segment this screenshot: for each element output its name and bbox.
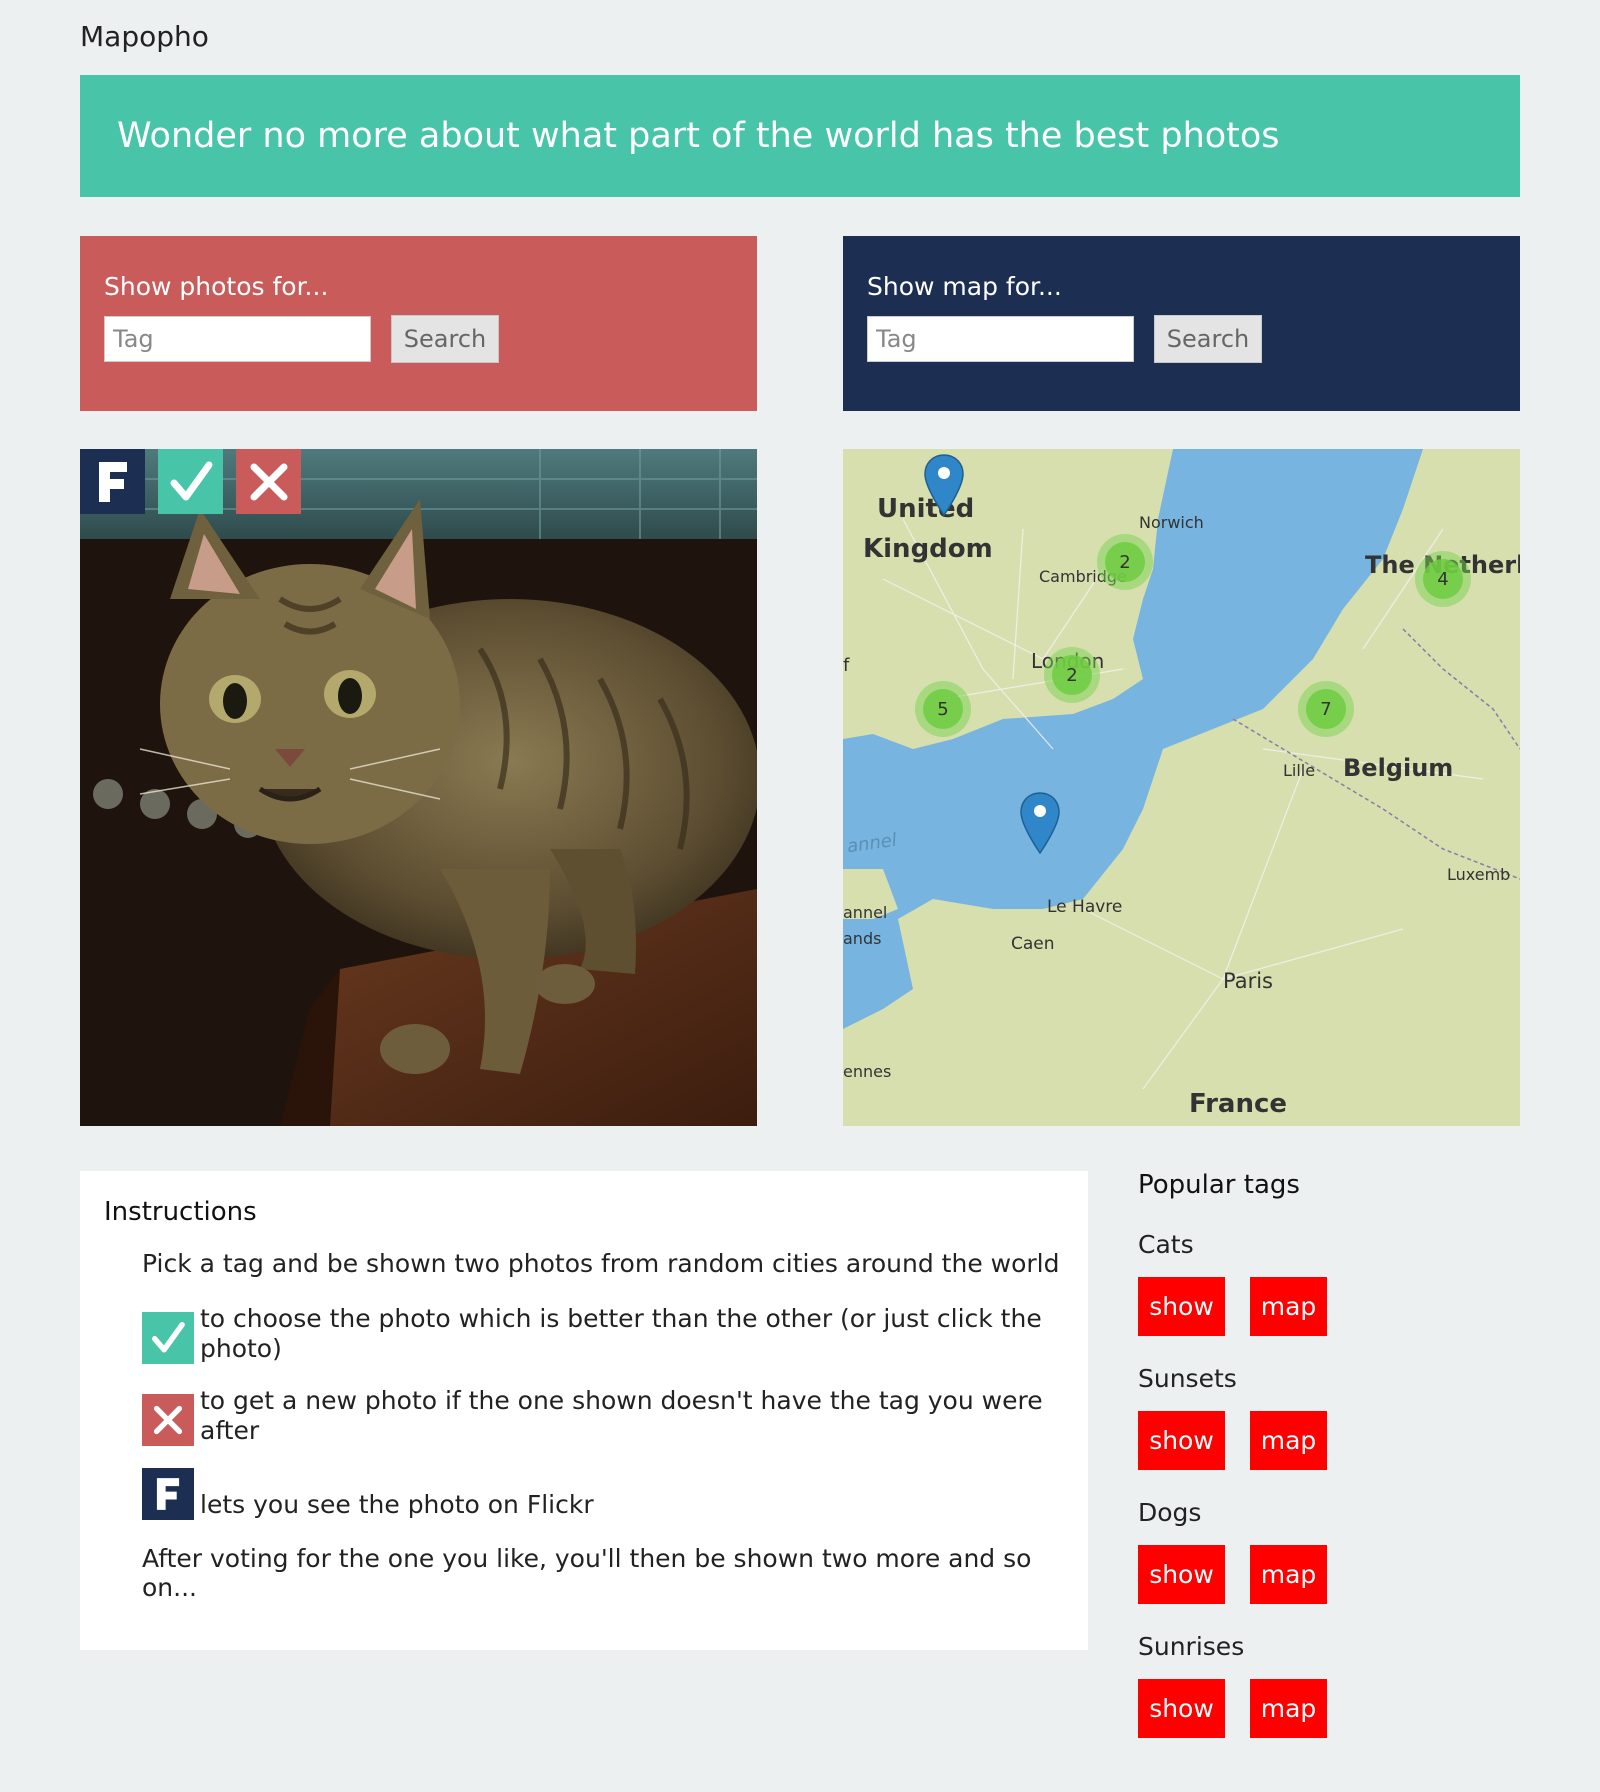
instructions-intro: Pick a tag and be shown two photos from … <box>142 1249 1060 1278</box>
app-title: Mapopho <box>80 20 209 53</box>
map-cluster[interactable]: 2 <box>1044 647 1100 703</box>
map-label-le-havre: Le Havre <box>1047 897 1123 917</box>
check-icon <box>170 461 212 500</box>
instructions-choose: to choose the photo which is better than… <box>200 1304 1042 1363</box>
map-cluster[interactable]: 4 <box>1415 551 1471 607</box>
instructions-panel: Instructions Pick a tag and be shown two… <box>80 1171 1088 1650</box>
cluster-count: 4 <box>1423 559 1463 599</box>
map-label-channel-islands-2: ands <box>843 929 882 948</box>
map-label-paris: Paris <box>1223 969 1273 993</box>
check-icon <box>142 1312 194 1364</box>
photos-tag-input[interactable] <box>104 316 371 362</box>
map-tag-input[interactable] <box>867 316 1134 362</box>
hero-banner: Wonder no more about what part of the wo… <box>80 75 1520 197</box>
map-label-luxembourg: Luxemb <box>1447 865 1511 884</box>
tag-map-button[interactable]: map <box>1250 1411 1327 1470</box>
tag-group: Cats show map <box>1138 1230 1478 1336</box>
tag-name: Sunrises <box>1138 1632 1245 1661</box>
map-label-kingdom: Kingdom <box>863 534 993 564</box>
map-label-france: France <box>1189 1089 1288 1119</box>
photos-search-button[interactable]: Search <box>391 315 499 363</box>
map-label-caen: Caen <box>1011 934 1055 954</box>
instructions-title: Instructions <box>104 1197 257 1227</box>
tag-group: Dogs show map <box>1138 1498 1478 1604</box>
hero-text: Wonder no more about what part of the wo… <box>117 116 1280 156</box>
photos-panel-heading: Show photos for... <box>104 272 329 301</box>
map-panel-heading: Show map for... <box>867 272 1062 301</box>
cross-icon <box>250 463 287 500</box>
popular-tags-title: Popular tags <box>1138 1170 1300 1200</box>
cat-photo[interactable] <box>80 449 757 1126</box>
map-label-channel-islands-1: annel <box>843 903 888 922</box>
map-label-lille: Lille <box>1283 761 1316 780</box>
photos-search-panel: Show photos for... Search <box>80 236 757 411</box>
map-search-panel: Show map for... Search <box>843 236 1520 411</box>
tag-show-button[interactable]: show <box>1138 1411 1225 1470</box>
tag-show-button[interactable]: show <box>1138 1679 1225 1738</box>
tag-show-button[interactable]: show <box>1138 1545 1225 1604</box>
cluster-count: 5 <box>923 689 963 729</box>
map-cluster[interactable]: 2 <box>1097 534 1153 590</box>
instructions-outro: After voting for the one you like, you'l… <box>142 1544 1032 1602</box>
choose-photo-button[interactable] <box>158 449 223 514</box>
popular-tags-panel: Popular tags Cats show map Sunsets show … <box>1138 1170 1478 1766</box>
tag-show-button[interactable]: show <box>1138 1277 1225 1336</box>
tag-group: Sunrises show map <box>1138 1632 1478 1738</box>
map-marker-icon[interactable] <box>923 453 965 519</box>
flickr-f-icon <box>98 461 127 502</box>
map-cluster[interactable]: 7 <box>1298 681 1354 737</box>
cluster-count: 2 <box>1105 542 1145 582</box>
reject-photo-button[interactable] <box>236 449 301 514</box>
tag-group: Sunsets show map <box>1138 1364 1478 1470</box>
map-label-norwich: Norwich <box>1139 513 1204 532</box>
instructions-new-photo: to get a new photo if the one shown does… <box>200 1386 1043 1445</box>
map-label-belgium: Belgium <box>1343 754 1454 782</box>
tag-name: Cats <box>1138 1230 1194 1259</box>
tag-map-button[interactable]: map <box>1250 1545 1327 1604</box>
map-cluster[interactable]: 5 <box>915 681 971 737</box>
tag-map-button[interactable]: map <box>1250 1679 1327 1738</box>
instructions-flickr: lets you see the photo on Flickr <box>200 1490 594 1519</box>
cluster-count: 7 <box>1306 689 1346 729</box>
photo-map[interactable]: United Kingdom Norwich Cambridge London … <box>843 449 1520 1126</box>
flickr-button[interactable] <box>80 449 145 514</box>
map-label-f-edge: f <box>843 655 850 676</box>
cluster-count: 2 <box>1052 655 1092 695</box>
tag-name: Dogs <box>1138 1498 1202 1527</box>
photo-card[interactable] <box>80 449 757 1126</box>
map-marker-icon[interactable] <box>1019 791 1061 857</box>
map-search-button[interactable]: Search <box>1154 315 1262 363</box>
flickr-f-icon <box>142 1468 194 1520</box>
tag-map-button[interactable]: map <box>1250 1277 1327 1336</box>
map-label-rennes: ennes <box>843 1062 892 1081</box>
cross-icon <box>142 1394 194 1446</box>
tag-name: Sunsets <box>1138 1364 1237 1393</box>
